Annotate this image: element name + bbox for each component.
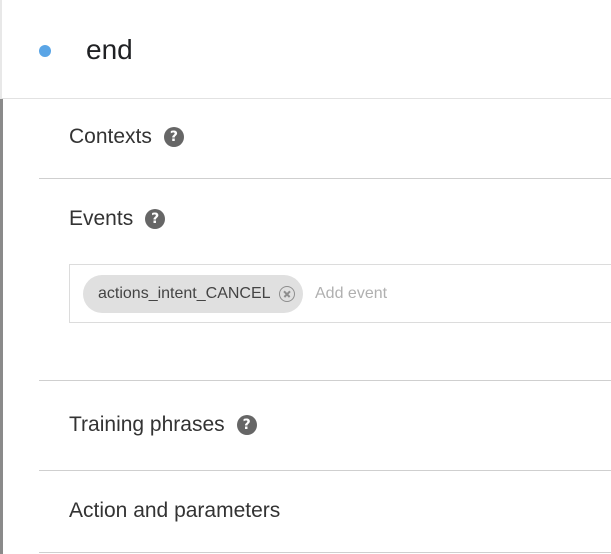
status-dot bbox=[39, 45, 51, 57]
divider bbox=[39, 380, 611, 381]
event-chip[interactable]: actions_intent_CANCEL bbox=[83, 275, 303, 313]
intent-header: end bbox=[0, 0, 611, 99]
events-title: Events bbox=[69, 207, 134, 230]
remove-chip-icon[interactable] bbox=[278, 286, 295, 302]
training-phrases-section-header[interactable]: Training phrases ? bbox=[69, 412, 257, 438]
training-phrases-title: Training phrases bbox=[69, 413, 225, 436]
action-parameters-title: Action and parameters bbox=[69, 499, 281, 522]
left-rail bbox=[0, 99, 3, 554]
events-help-icon[interactable]: ? bbox=[145, 209, 166, 229]
divider bbox=[39, 552, 611, 553]
events-field[interactable]: actions_intent_CANCEL bbox=[69, 264, 611, 323]
contexts-help-icon[interactable]: ? bbox=[163, 127, 184, 147]
add-event-input[interactable] bbox=[315, 280, 555, 308]
training-phrases-help-icon[interactable]: ? bbox=[236, 415, 257, 435]
event-chip-label: actions_intent_CANCEL bbox=[98, 285, 271, 302]
intent-editor: end Contexts ? Events ? actions_intent_C… bbox=[0, 0, 611, 554]
contexts-section-header[interactable]: Contexts ? bbox=[69, 124, 184, 150]
divider bbox=[39, 178, 611, 179]
action-parameters-section-header[interactable]: Action and parameters bbox=[69, 498, 280, 524]
divider bbox=[39, 470, 611, 471]
contexts-title: Contexts bbox=[69, 125, 152, 148]
events-section-header[interactable]: Events ? bbox=[69, 206, 166, 232]
intent-name-field[interactable]: end bbox=[86, 32, 133, 68]
